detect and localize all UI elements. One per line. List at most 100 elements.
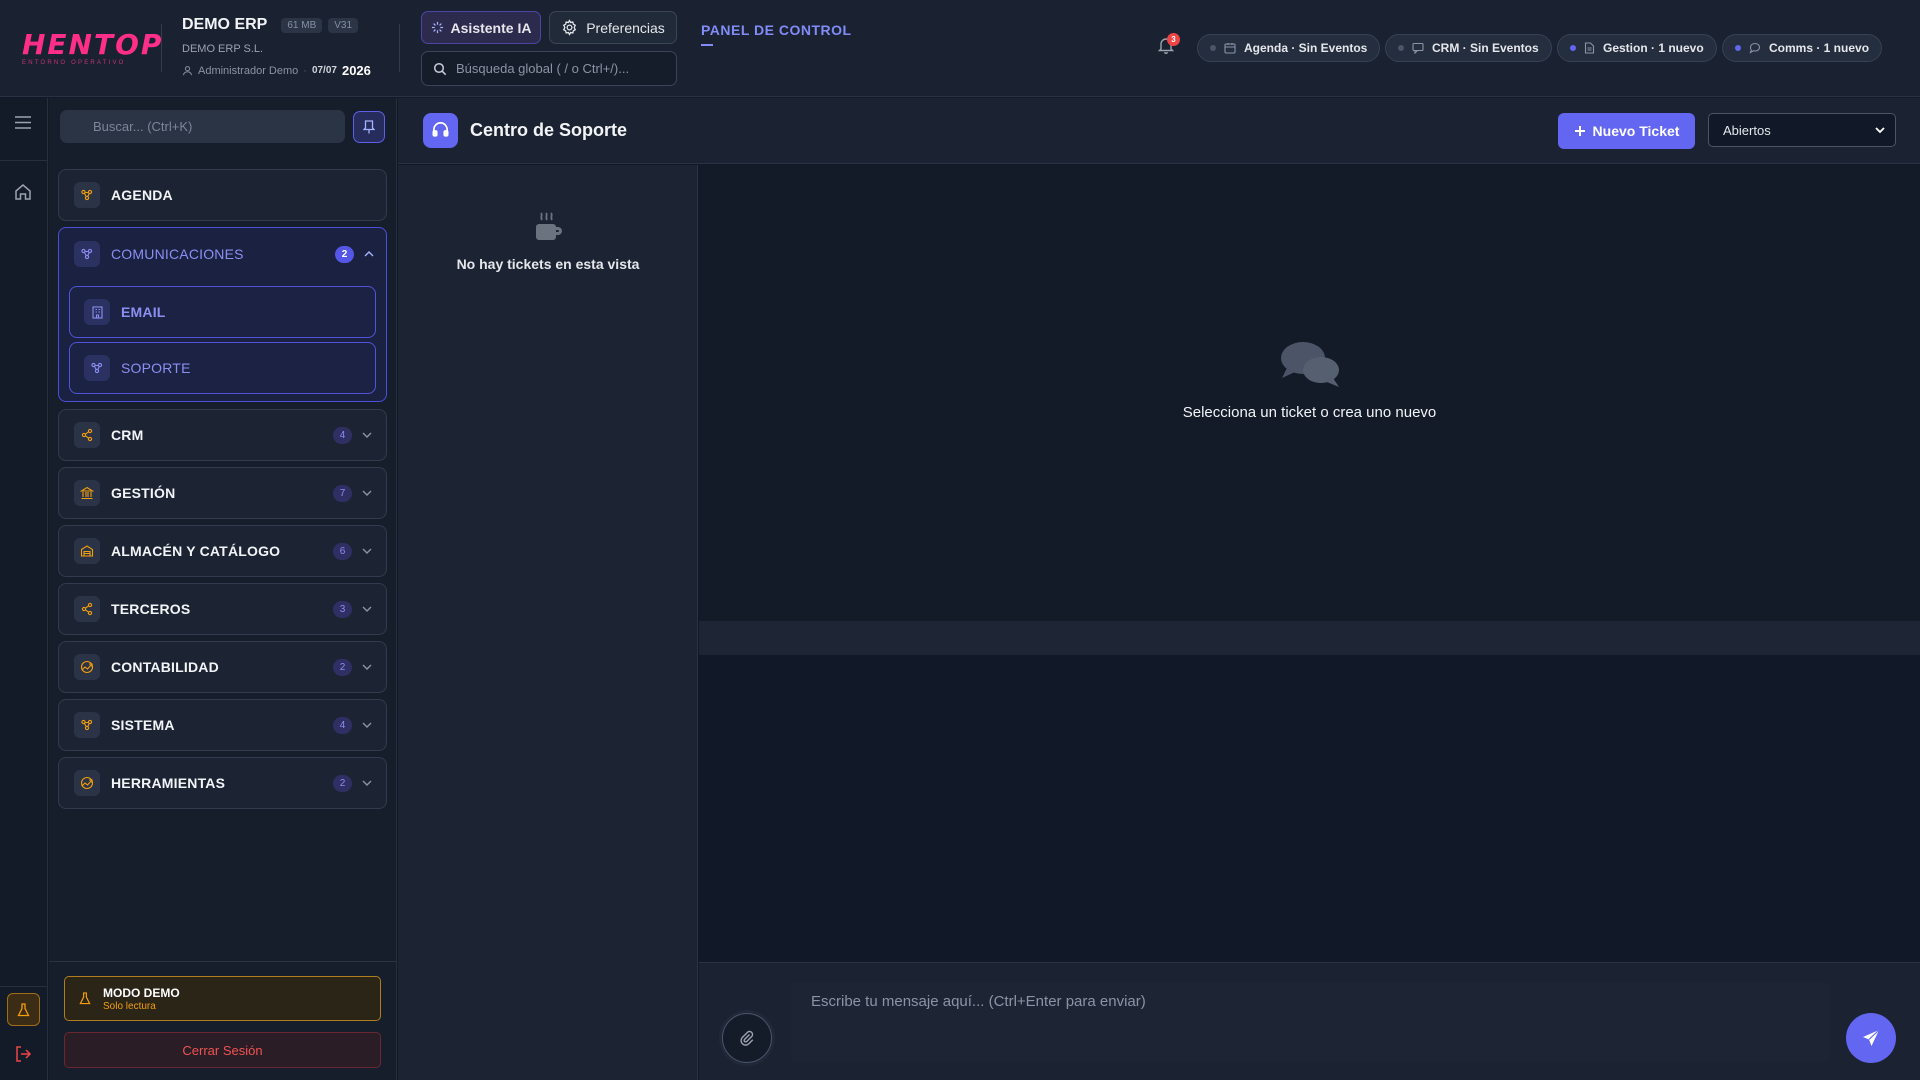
preferences-button[interactable]: Preferencias (549, 11, 677, 44)
building-icon (84, 299, 110, 325)
rail-divider-bottom (0, 986, 48, 987)
ticket-detail-empty-state: Selecciona un ticket o crea uno nuevo (699, 340, 1920, 421)
pin-icon (363, 120, 375, 134)
nodes-icon (74, 241, 100, 267)
new-ticket-button[interactable]: Nuevo Ticket (1558, 113, 1695, 149)
sidebar-item-crm[interactable]: CRM 4 (58, 409, 387, 461)
flask-icon (17, 1002, 30, 1017)
paperclip-icon (739, 1030, 755, 1046)
home-icon[interactable] (14, 183, 32, 201)
sidebar-item-email[interactable]: EMAIL (69, 286, 376, 338)
empty-detail-text: Selecciona un ticket o crea uno nuevo (1182, 404, 1437, 421)
page-title: Centro de Soporte (470, 120, 628, 140)
chevron-down-icon (362, 780, 372, 786)
search-icon (433, 62, 447, 76)
chip-agenda[interactable]: Agenda · Sin Eventos (1197, 34, 1381, 62)
sidebar-footer-divider (49, 961, 397, 962)
plus-icon (1574, 125, 1586, 137)
separator-dot: · (303, 64, 307, 77)
chip-crm[interactable]: CRM · Sin Eventos (1385, 34, 1552, 62)
gear-icon (561, 19, 578, 36)
headset-icon (423, 113, 458, 148)
chart-icon (74, 654, 100, 680)
chip-comms[interactable]: Comms · 1 nuevo (1722, 34, 1883, 62)
ticket-list-empty-state: No hay tickets en esta vista (398, 210, 698, 272)
chevron-down-icon (362, 664, 372, 670)
sidebar-item-herramientas[interactable]: HERRAMIENTAS 2 (58, 757, 387, 809)
header-divider-2 (399, 24, 400, 72)
user-info: Administrador Demo · 07/07 2026 (182, 63, 371, 78)
chevron-down-icon (362, 606, 372, 612)
bank-icon (74, 480, 100, 506)
version-badge: V31 (328, 17, 359, 33)
hamburger-menu-icon[interactable] (14, 115, 32, 130)
sidebar-item-comunicaciones[interactable]: COMUNICACIONES 2 (74, 228, 374, 280)
logout-rail-icon[interactable] (14, 1045, 32, 1063)
ai-assistant-button[interactable]: Asistente IA (421, 11, 541, 44)
sidebar-search-input[interactable]: Buscar... (Ctrl+K) (60, 110, 345, 143)
send-button[interactable] (1846, 1013, 1896, 1063)
flask-icon (79, 992, 91, 1005)
status-dot (1735, 45, 1741, 51)
sidebar-item-gestion[interactable]: GESTIÓN 7 (58, 467, 387, 519)
count-badge: 7 (333, 484, 352, 502)
demo-mode-title: MODO DEMO (103, 985, 180, 1000)
share-icon (74, 422, 100, 448)
thread-divider (699, 621, 1920, 655)
current-date: 07/07 (311, 65, 337, 76)
user-name: Administrador Demo (198, 64, 299, 77)
current-year: 2026 (341, 63, 371, 78)
attach-button[interactable] (722, 1013, 772, 1063)
paper-plane-icon (1862, 1029, 1880, 1047)
company-name: DEMO ERP S.L. (182, 43, 264, 55)
logout-button[interactable]: Cerrar Sesión (64, 1032, 381, 1068)
sparkle-icon (431, 21, 444, 34)
sidebar-item-almacen[interactable]: ALMACÉN Y CATÁLOGO 6 (58, 525, 387, 577)
nodes-icon (84, 355, 110, 381)
count-badge: 3 (333, 600, 352, 618)
count-badge: 2 (333, 658, 352, 676)
chip-gestion[interactable]: Gestion · 1 nuevo (1557, 34, 1717, 62)
pin-sidebar-button[interactable] (353, 111, 385, 143)
message-input[interactable]: Escribe tu mensaje aquí... (Ctrl+Enter p… (790, 982, 1830, 1062)
chart-icon (74, 770, 100, 796)
header-divider (161, 24, 162, 72)
document-icon (1584, 42, 1595, 54)
count-badge: 2 (335, 245, 354, 263)
sidebar-group-comunicaciones: COMUNICACIONES 2 EMAIL SOPORTE (58, 227, 387, 402)
message-icon (1749, 42, 1761, 54)
count-badge: 2 (333, 774, 352, 792)
demo-mode-rail-button[interactable] (7, 993, 40, 1026)
warehouse-icon (74, 538, 100, 564)
count-badge: 4 (333, 716, 352, 734)
brand-logo: HENTOP ENTORNO OPERATIVO (22, 28, 164, 67)
chevron-down-icon (362, 490, 372, 496)
share-icon (74, 596, 100, 622)
sidebar-item-agenda[interactable]: AGENDA (58, 169, 387, 221)
sidebar-item-sistema[interactable]: SISTEMA 4 (58, 699, 387, 751)
chat-icon (1412, 42, 1424, 54)
ticket-list (398, 165, 698, 1080)
chevron-down-icon (362, 548, 372, 554)
coffee-icon (530, 210, 566, 246)
ticket-status-select[interactable]: Abiertos (1708, 113, 1896, 147)
count-badge: 4 (333, 426, 352, 444)
sidebar-item-terceros[interactable]: TERCEROS 3 (58, 583, 387, 635)
count-badge: 6 (333, 542, 352, 560)
chevron-down-icon (362, 722, 372, 728)
panel-title: PANEL DE CONTROL (701, 22, 852, 38)
nodes-icon (74, 712, 100, 738)
global-search-input[interactable]: Búsqueda global ( / o Ctrl+/)... (421, 51, 677, 86)
nodes-icon (74, 182, 100, 208)
demo-mode-subtitle: Solo lectura (103, 1000, 156, 1012)
comments-icon (1279, 340, 1341, 390)
app-title: DEMO ERP 61 MB V31 (182, 16, 359, 34)
demo-mode-banner: MODO DEMO Solo lectura (64, 976, 381, 1021)
status-dot (1398, 45, 1404, 51)
sidebar-item-contabilidad[interactable]: CONTABILIDAD 2 (58, 641, 387, 693)
notifications-badge: 3 (1167, 33, 1180, 46)
chevron-down-icon (362, 432, 372, 438)
sidebar-item-soporte[interactable]: SOPORTE (69, 342, 376, 394)
memory-badge: 61 MB (281, 17, 323, 33)
empty-list-text: No hay tickets en esta vista (456, 256, 640, 272)
